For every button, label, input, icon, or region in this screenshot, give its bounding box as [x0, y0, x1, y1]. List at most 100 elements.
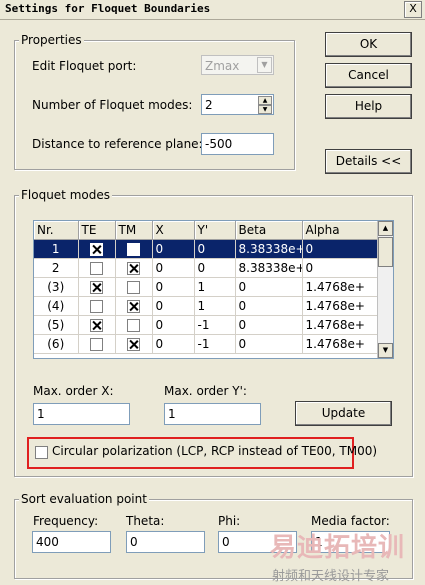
scroll-down-icon[interactable]: ▼ [378, 343, 393, 358]
cell-y: 1 [194, 277, 236, 297]
scroll-up-icon[interactable]: ▲ [378, 221, 393, 236]
max-order-y-input[interactable]: 1 [164, 403, 261, 425]
cell-tm [115, 277, 153, 297]
column-header[interactable]: Beta [235, 221, 303, 240]
tm-checkbox[interactable] [127, 319, 140, 332]
cell-beta: 0 [235, 334, 303, 354]
cell-x: 0 [152, 258, 195, 278]
tm-checkbox[interactable] [127, 262, 140, 275]
spin-up-icon[interactable]: ▲ [258, 96, 272, 105]
circular-polarization-label: Circular polarization (LCP, RCP instead … [52, 444, 378, 458]
table-row[interactable]: (3) 0 1 0 1.4768e+ [34, 277, 378, 297]
cell-tm [115, 258, 153, 278]
cell-alpha: 1.4768e+ [302, 277, 378, 297]
cell-nr: (4) [34, 296, 79, 316]
spin-down-icon[interactable]: ▼ [258, 105, 272, 114]
max-order-y-label: Max. order Y': [164, 384, 247, 398]
te-checkbox[interactable] [90, 262, 103, 275]
tm-checkbox[interactable] [127, 281, 140, 294]
title-bar: Settings for Floquet Boundaries X [0, 0, 425, 20]
scroll-thumb[interactable] [378, 237, 393, 267]
table-row[interactable]: (5) 0 -1 0 1.4768e+ [34, 315, 378, 335]
edit-port-dropdown: Zmax ▼ [201, 55, 274, 75]
table-row[interactable]: 1 0 0 8.38338e+ 0 [34, 239, 378, 259]
frequency-input[interactable]: 400 [32, 531, 111, 553]
cancel-button[interactable]: Cancel [325, 63, 412, 88]
close-button[interactable]: X [404, 1, 422, 18]
te-checkbox[interactable] [90, 319, 103, 332]
te-checkbox[interactable] [90, 243, 103, 256]
close-icon: X [409, 2, 417, 15]
max-order-x-input[interactable]: 1 [33, 403, 130, 425]
cell-nr: (3) [34, 277, 79, 297]
window-title: Settings for Floquet Boundaries [5, 2, 211, 15]
cell-te [78, 334, 116, 354]
cell-alpha: 1.4768e+ [302, 315, 378, 335]
table-row[interactable]: (4) 0 1 0 1.4768e+ [34, 296, 378, 316]
column-header[interactable]: TM [115, 221, 153, 240]
column-header[interactable]: TE [78, 221, 116, 240]
modes-table: Nr. TE TM X Y' Beta Alpha 1 0 0 8.38338e+ 0 2 0 0 8.38… [34, 221, 378, 354]
cell-tm [115, 239, 153, 259]
cell-nr: (5) [34, 315, 79, 335]
cell-x: 0 [152, 315, 195, 335]
properties-legend: Properties [19, 33, 84, 47]
theta-input[interactable]: 0 [126, 531, 205, 553]
cell-beta: 8.38338e+ [235, 239, 303, 259]
column-header[interactable]: Alpha [302, 221, 378, 240]
cell-tm [115, 315, 153, 335]
cell-tm [115, 334, 153, 354]
max-order-x-label: Max. order X: [33, 384, 114, 398]
cell-te [78, 239, 116, 259]
cell-y: 1 [194, 296, 236, 316]
cell-y: 0 [194, 258, 236, 278]
te-checkbox[interactable] [90, 300, 103, 313]
num-modes-spinner[interactable]: 2 ▲ ▼ [201, 94, 274, 115]
column-header[interactable]: X [152, 221, 195, 240]
distance-label: Distance to reference plane: [32, 137, 203, 151]
tm-checkbox[interactable] [127, 300, 140, 313]
cell-te [78, 296, 116, 316]
cell-alpha: 1.4768e+ [302, 296, 378, 316]
details-button[interactable]: Details << [325, 149, 412, 174]
edit-port-value: Zmax [205, 59, 240, 73]
cell-alpha: 0 [302, 239, 378, 259]
cell-x: 0 [152, 296, 195, 316]
num-modes-label: Number of Floquet modes: [32, 98, 193, 112]
cell-nr: (6) [34, 334, 79, 354]
cell-alpha: 1.4768e+ [302, 334, 378, 354]
cell-x: 0 [152, 239, 195, 259]
floquet-modes-legend: Floquet modes [19, 188, 112, 202]
cell-nr: 1 [34, 239, 79, 259]
watermark-logo: 易迪拓培训 [270, 533, 406, 563]
distance-input[interactable]: -500 [201, 133, 274, 155]
table-row[interactable]: (6) 0 -1 0 1.4768e+ [34, 334, 378, 354]
update-button[interactable]: Update [295, 401, 392, 426]
cell-x: 0 [152, 334, 195, 354]
tm-checkbox[interactable] [127, 243, 140, 256]
te-checkbox[interactable] [90, 281, 103, 294]
te-checkbox[interactable] [90, 338, 103, 351]
cell-beta: 0 [235, 315, 303, 335]
column-header[interactable]: Nr. [34, 221, 79, 240]
cell-beta: 0 [235, 296, 303, 316]
cell-te [78, 258, 116, 278]
circular-polarization-checkbox[interactable] [35, 446, 48, 459]
tm-checkbox[interactable] [127, 338, 140, 351]
chevron-down-icon: ▼ [257, 57, 272, 73]
table-row[interactable]: 2 0 0 8.38338e+ 0 [34, 258, 378, 278]
help-button[interactable]: Help [325, 94, 412, 119]
theta-label: Theta: [126, 514, 165, 528]
cell-te [78, 315, 116, 335]
column-header[interactable]: Y' [194, 221, 236, 240]
cell-tm [115, 296, 153, 316]
cell-beta: 0 [235, 277, 303, 297]
cell-x: 0 [152, 277, 195, 297]
cell-y: -1 [194, 315, 236, 335]
cell-nr: 2 [34, 258, 79, 278]
cell-y: -1 [194, 334, 236, 354]
modes-table-frame: Nr. TE TM X Y' Beta Alpha 1 0 0 8.38338e+ 0 2 0 0 8.38… [33, 220, 394, 359]
table-scrollbar[interactable]: ▲ ▼ [377, 221, 393, 358]
ok-button[interactable]: OK [325, 32, 412, 57]
cell-y: 0 [194, 239, 236, 259]
